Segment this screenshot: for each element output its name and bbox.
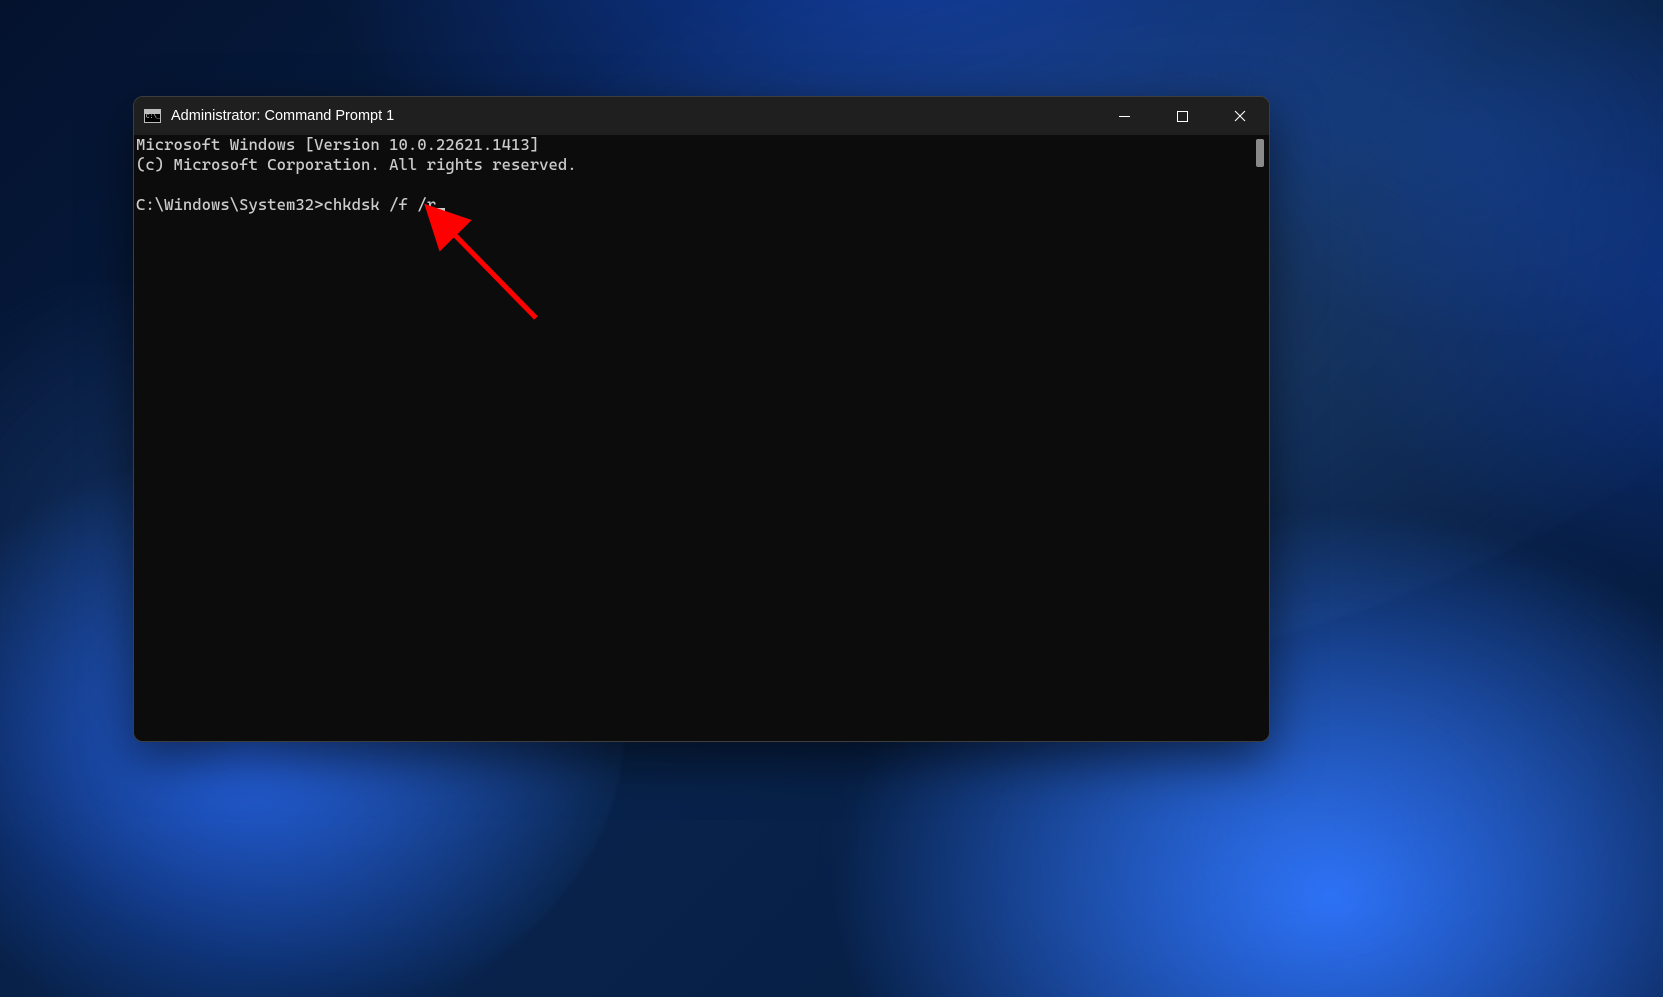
terminal-body[interactable]: Microsoft Windows [Version 10.0.22621.14… bbox=[134, 135, 1269, 741]
titlebar[interactable]: Administrator: Command Prompt 1 bbox=[134, 97, 1269, 135]
desktop-wallpaper: Administrator: Command Prompt 1 bbox=[0, 0, 1663, 997]
close-button[interactable] bbox=[1211, 97, 1269, 135]
window-controls bbox=[1095, 97, 1269, 135]
cmd-icon bbox=[144, 109, 161, 123]
text-cursor bbox=[436, 208, 445, 211]
command-prompt-window: Administrator: Command Prompt 1 bbox=[133, 96, 1270, 742]
maximize-button[interactable] bbox=[1153, 97, 1211, 135]
typed-command: chkdsk /f /r bbox=[324, 195, 437, 214]
terminal-output: Microsoft Windows [Version 10.0.22621.14… bbox=[136, 135, 1251, 215]
output-line: Microsoft Windows [Version 10.0.22621.14… bbox=[136, 135, 539, 154]
minimize-icon bbox=[1119, 111, 1130, 122]
output-line: (c) Microsoft Corporation. All rights re… bbox=[136, 155, 577, 174]
scrollbar-track[interactable] bbox=[1253, 137, 1267, 739]
minimize-button[interactable] bbox=[1095, 97, 1153, 135]
maximize-icon bbox=[1177, 111, 1188, 122]
titlebar-left: Administrator: Command Prompt 1 bbox=[134, 108, 1095, 124]
window-title: Administrator: Command Prompt 1 bbox=[171, 108, 394, 124]
scrollbar-thumb[interactable] bbox=[1256, 139, 1264, 167]
prompt-path: C:\Windows\System32> bbox=[136, 195, 324, 214]
close-icon bbox=[1234, 110, 1246, 122]
